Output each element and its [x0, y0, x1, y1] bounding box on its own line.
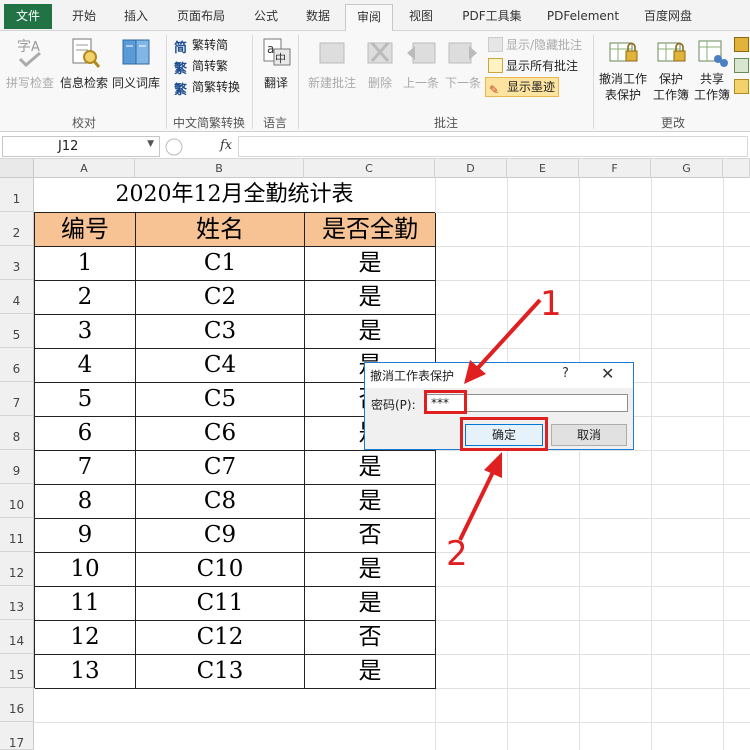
annotation-arrows [458, 298, 542, 541]
arrow-1 [474, 298, 542, 372]
annotation-step-1: 1 [540, 284, 562, 324]
arrow-2 [458, 469, 496, 541]
annotation-step-2: 2 [446, 534, 468, 574]
